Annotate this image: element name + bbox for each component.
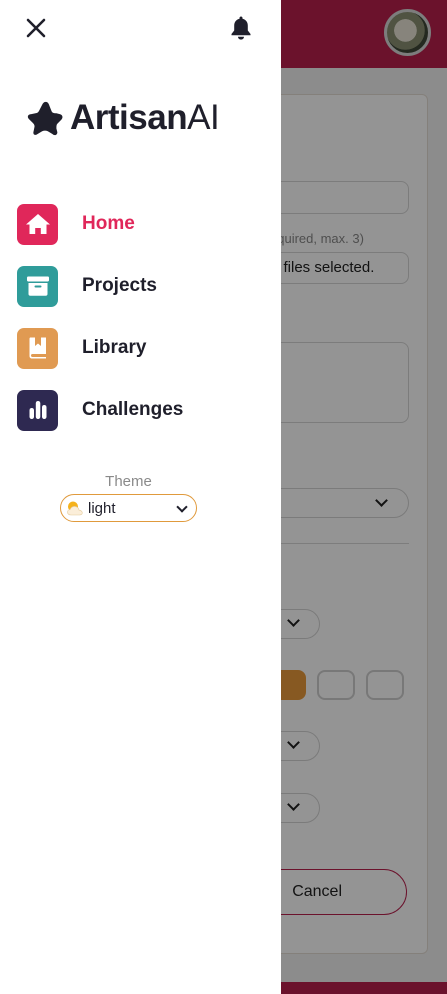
nav-item-label: Library — [82, 337, 147, 358]
nav-item-challenges[interactable]: Challenges — [17, 379, 267, 441]
nav-item-home[interactable]: Home — [17, 193, 267, 255]
nav-item-label: Projects — [82, 275, 157, 296]
nav-item-projects[interactable]: Projects — [17, 255, 267, 317]
book-icon — [17, 327, 58, 369]
drawer-nav: Home Projects Library Challenges — [17, 193, 267, 441]
nav-item-label: Challenges — [82, 399, 184, 420]
archive-icon — [17, 265, 58, 307]
notifications-button[interactable] — [230, 15, 252, 41]
nav-item-label: Home — [82, 213, 135, 234]
close-icon — [26, 18, 46, 38]
bar-chart-icon — [17, 389, 58, 431]
home-icon — [17, 203, 58, 245]
brand-name-light: AI — [187, 98, 220, 137]
brand-name: ArtisanAI — [70, 96, 220, 140]
sun-cloud-icon — [67, 501, 83, 516]
theme-label: Theme — [105, 473, 152, 490]
bell-icon — [231, 16, 251, 40]
navigation-drawer: ArtisanAI Home Projects Library Challeng… — [0, 0, 281, 994]
theme-select[interactable]: light — [60, 494, 197, 522]
theme-select-value: light — [88, 499, 116, 517]
nav-item-library[interactable]: Library — [17, 317, 267, 379]
brand-logo[interactable]: ArtisanAI — [26, 96, 220, 140]
brand-name-bold: Artisan — [70, 98, 188, 137]
close-drawer-button[interactable] — [24, 16, 48, 40]
chevron-down-icon — [176, 501, 188, 513]
theme-switcher: Theme light — [60, 472, 197, 522]
star-logo-icon — [27, 101, 63, 136]
